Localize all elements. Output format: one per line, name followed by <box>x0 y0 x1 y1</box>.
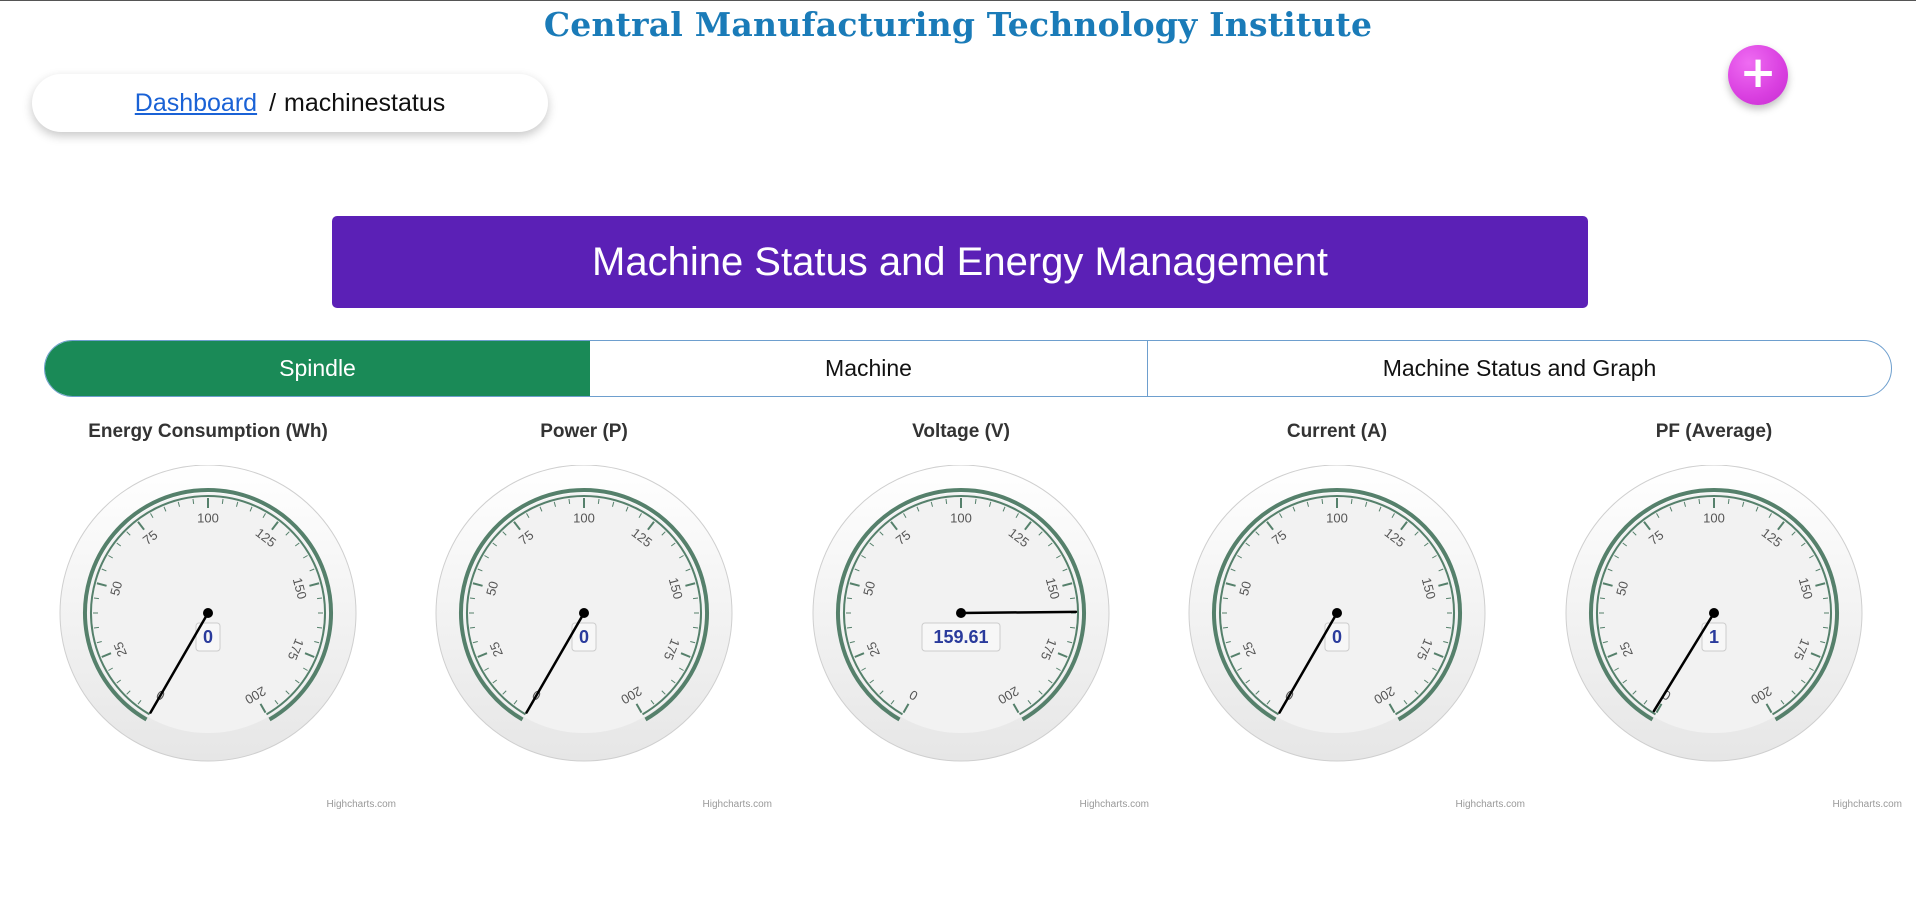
gauge-pivot <box>579 608 589 618</box>
gauge-0: Energy Consumption (Wh) 02550751001251501… <box>20 415 396 815</box>
gauge-3: Current (A) 02550751001251501752000 Highch… <box>1149 415 1525 815</box>
tab-spindle[interactable]: Spindle <box>45 341 590 396</box>
gauge-1: Power (P) 02550751001251501752000 Highchar… <box>396 415 772 815</box>
gauge-svg: 02550751001251501752000 <box>59 465 357 762</box>
tab-bar: Spindle Machine Machine Status and Graph <box>44 340 1892 397</box>
gauge-tick-label: 100 <box>1326 510 1348 525</box>
gauge-svg: 02550751001251501752000 <box>1188 465 1486 762</box>
gauge-needle <box>959 610 1078 615</box>
gauge-minor-tick <box>192 498 195 505</box>
gauge-minor-tick <box>221 498 224 505</box>
gauge-minor-tick <box>692 626 699 629</box>
gauge-minor-tick <box>469 597 476 600</box>
gauge-title: Energy Consumption (Wh) <box>88 421 328 442</box>
gauge-minor-tick <box>316 597 323 600</box>
gauge-minor-tick <box>1822 597 1829 600</box>
gauge-minor-tick <box>93 597 100 600</box>
gauge-tick-label: 100 <box>950 510 972 525</box>
gauge-value-label: 0 <box>203 627 213 647</box>
gauge-4: PF (Average) 0 25 50 75 100 125 150 175 200 1 Highc… <box>1526 415 1902 815</box>
gauge-minor-tick <box>846 597 853 600</box>
gauge-title: PF (Average) <box>1655 421 1773 442</box>
gauge-minor-tick <box>692 597 699 600</box>
gauge-minor-tick <box>469 626 476 629</box>
gauge-value-label: 0 <box>579 627 589 647</box>
breadcrumb-current: machinestatus <box>284 88 446 117</box>
gauge-minor-tick <box>1321 498 1324 505</box>
page-banner: Machine Status and Energy Management <box>332 216 1588 308</box>
gauge-value-label: 1 <box>1709 627 1719 647</box>
tab-machine-status-graph[interactable]: Machine Status and Graph <box>1148 341 1891 396</box>
tab-machine[interactable]: Machine <box>590 341 1148 396</box>
gauge-minor-tick <box>93 626 100 629</box>
breadcrumb-dashboard-link[interactable]: Dashboard <box>135 89 257 118</box>
gauge-minor-tick <box>1599 626 1606 629</box>
breadcrumb-separator: / <box>269 88 277 117</box>
gauge-minor-tick <box>1698 498 1701 505</box>
gauge-minor-tick <box>1445 597 1452 600</box>
highcharts-credits-link[interactable]: Highcharts.com <box>1456 799 1525 810</box>
gauge-svg: 02550751001251501752000 <box>435 465 733 762</box>
gauge-pivot <box>1709 608 1719 618</box>
gauge-minor-tick <box>1222 626 1229 629</box>
gauge-minor-tick <box>974 498 977 505</box>
gauge-minor-tick <box>316 626 323 629</box>
gauge-minor-tick <box>1445 626 1452 629</box>
gauge-minor-tick <box>1822 626 1829 629</box>
gauge-2: Voltage (V) 0 25 50 75 100 125 150 175 200 159.61 H… <box>773 415 1149 815</box>
gauge-svg: 02550751001251501752001 <box>1565 465 1863 762</box>
gauge-minor-tick <box>568 498 571 505</box>
gauge-minor-tick <box>846 626 853 629</box>
highcharts-credits-link[interactable]: Highcharts.com <box>1833 799 1902 810</box>
gauge-svg: 0255075100125150175200159.61 <box>812 465 1110 762</box>
gauge-tick-label: 100 <box>197 510 219 525</box>
highcharts-credits-link[interactable]: Highcharts.com <box>703 799 772 810</box>
plus-icon: + <box>1739 47 1777 98</box>
gauge-tick-label: 100 <box>573 510 595 525</box>
highcharts-credits-link[interactable]: Highcharts.com <box>1080 799 1149 810</box>
add-button[interactable]: + <box>1728 45 1788 105</box>
gauge-tick-label: 100 <box>1703 510 1725 525</box>
gauge-minor-tick <box>1222 597 1229 600</box>
highcharts-credits-link[interactable]: Highcharts.com <box>327 799 396 810</box>
breadcrumb: Dashboard / machinestatus <box>32 74 548 132</box>
gauge-pivot <box>956 608 966 618</box>
gauge-title: Current (A) <box>1286 421 1388 442</box>
gauge-pivot <box>1332 608 1342 618</box>
gauge-value-label: 0 <box>1332 627 1342 647</box>
gauge-minor-tick <box>1350 498 1353 505</box>
gauge-minor-tick <box>1727 498 1730 505</box>
gauge-pivot <box>203 608 213 618</box>
site-title: Central Manufacturing Technology Institu… <box>543 5 1373 44</box>
gauge-minor-tick <box>597 498 600 505</box>
gauge-minor-tick <box>1069 597 1076 600</box>
gauge-minor-tick <box>945 498 948 505</box>
gauge-value-label: 159.61 <box>933 627 988 647</box>
gauge-title: Power (P) <box>540 421 628 442</box>
gauge-minor-tick <box>1069 626 1076 629</box>
gauge-minor-tick <box>1599 597 1606 600</box>
gauge-title: Voltage (V) <box>912 421 1010 442</box>
